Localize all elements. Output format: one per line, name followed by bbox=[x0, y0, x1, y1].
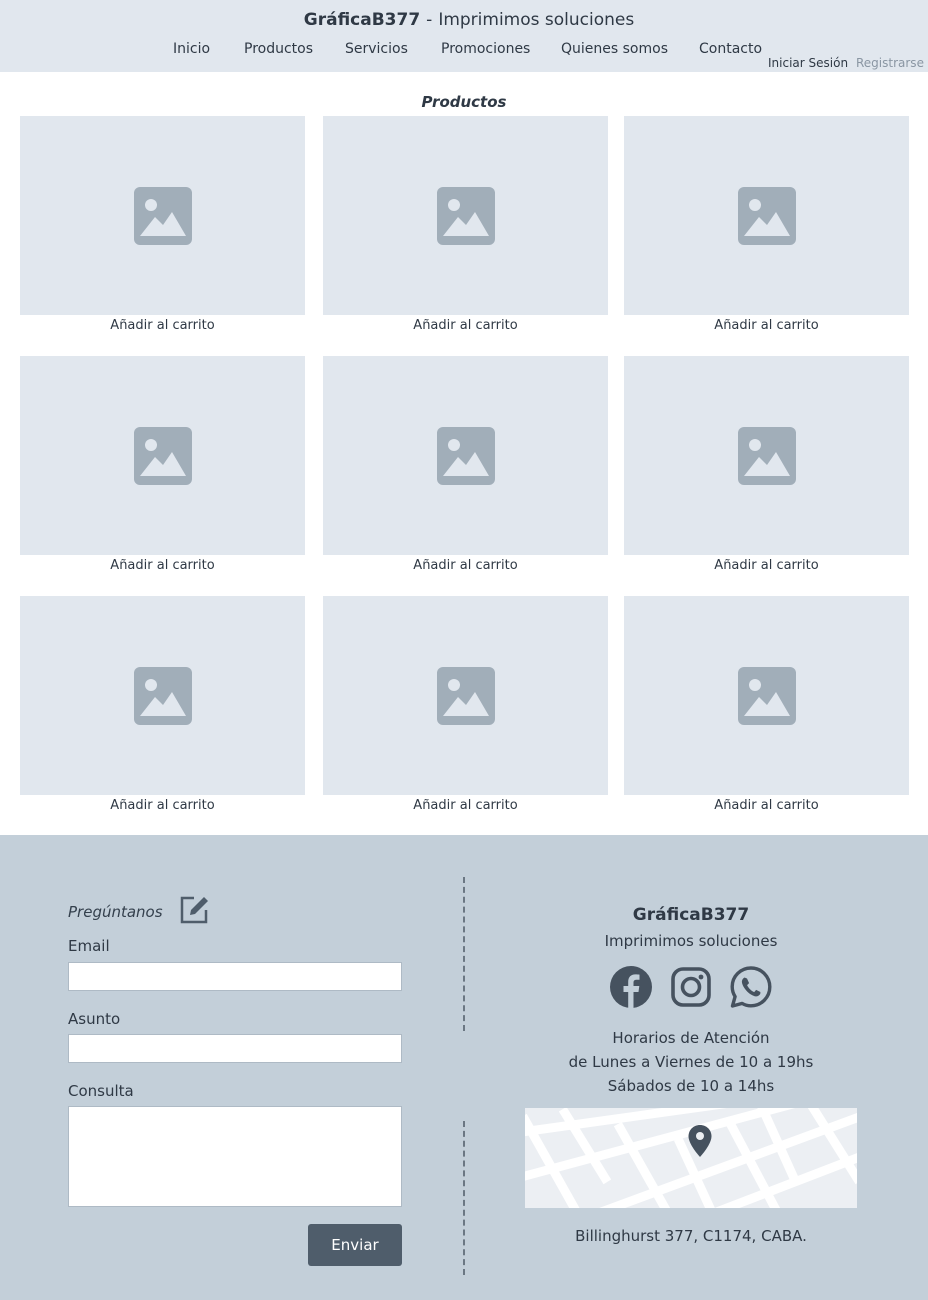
nav-item-inicio[interactable]: Inicio bbox=[173, 41, 210, 57]
add-to-cart-button[interactable]: Añadir al carrito bbox=[624, 318, 909, 333]
instagram-icon[interactable] bbox=[669, 965, 713, 1009]
add-to-cart-button[interactable]: Añadir al carrito bbox=[20, 318, 305, 333]
contact-form-title: Pregúntanos bbox=[68, 903, 163, 921]
products-title: Productos bbox=[421, 93, 507, 111]
product-image[interactable] bbox=[624, 356, 909, 555]
site-header: GráficaB377- Imprimimos soluciones Inicio… bbox=[0, 0, 928, 72]
image-placeholder-icon bbox=[133, 666, 192, 725]
map-streets bbox=[525, 1108, 857, 1208]
hours-saturday: Sábados de 10 a 14hs bbox=[607, 1077, 775, 1095]
add-to-cart-button[interactable]: Añadir al carrito bbox=[624, 558, 909, 573]
product-image[interactable] bbox=[20, 356, 305, 555]
brand: GráficaB377- Imprimimos soluciones bbox=[0, 10, 928, 30]
email-field[interactable] bbox=[68, 962, 402, 991]
nav-item-quienes-somos[interactable]: Quienes somos bbox=[561, 41, 668, 57]
product-card: Añadir al carrito bbox=[20, 116, 305, 333]
footer-divider-bottom bbox=[463, 1121, 465, 1275]
product-image[interactable] bbox=[323, 356, 608, 555]
product-image[interactable] bbox=[323, 596, 608, 795]
add-to-cart-button[interactable]: Añadir al carrito bbox=[20, 798, 305, 813]
product-image[interactable] bbox=[624, 596, 909, 795]
add-to-cart-button[interactable]: Añadir al carrito bbox=[624, 798, 909, 813]
site-footer: Pregúntanos Email Asunto Consulta Enviar… bbox=[0, 835, 928, 1300]
facebook-icon[interactable] bbox=[609, 965, 653, 1009]
product-card: Añadir al carrito bbox=[20, 356, 305, 573]
subject-label: Asunto bbox=[68, 1010, 121, 1028]
brand-separator: - bbox=[426, 10, 433, 30]
brand-tagline: Imprimimos soluciones bbox=[438, 10, 635, 30]
image-placeholder-icon bbox=[436, 666, 495, 725]
footer-divider-top bbox=[463, 877, 465, 1031]
nav-item-productos[interactable]: Productos bbox=[244, 41, 313, 57]
image-placeholder-icon bbox=[737, 666, 796, 725]
location-map[interactable] bbox=[525, 1108, 857, 1208]
product-card: Añadir al carrito bbox=[323, 596, 608, 813]
add-to-cart-button[interactable]: Añadir al carrito bbox=[323, 798, 608, 813]
footer-brand-name: GráficaB377 bbox=[632, 905, 750, 925]
product-card: Añadir al carrito bbox=[323, 116, 608, 333]
nav-item-promociones[interactable]: Promociones bbox=[441, 41, 530, 57]
send-button[interactable]: Enviar bbox=[308, 1224, 402, 1266]
edit-icon bbox=[180, 896, 208, 924]
login-link[interactable]: Iniciar Sesión bbox=[768, 56, 848, 70]
add-to-cart-button[interactable]: Añadir al carrito bbox=[20, 558, 305, 573]
image-placeholder-icon bbox=[133, 186, 192, 245]
subject-field[interactable] bbox=[68, 1034, 402, 1063]
image-placeholder-icon bbox=[133, 426, 192, 485]
brand-name: GráficaB377 bbox=[303, 10, 421, 30]
register-link[interactable]: Registrarse bbox=[856, 56, 924, 70]
hours-weekdays: de Lunes a Viernes de 10 a 19hs bbox=[568, 1053, 814, 1071]
product-image[interactable] bbox=[323, 116, 608, 315]
image-placeholder-icon bbox=[737, 186, 796, 245]
product-card: Añadir al carrito bbox=[323, 356, 608, 573]
product-image[interactable] bbox=[20, 116, 305, 315]
image-placeholder-icon bbox=[436, 186, 495, 245]
message-field[interactable] bbox=[68, 1106, 402, 1207]
map-pin-icon bbox=[688, 1125, 712, 1157]
email-label: Email bbox=[68, 937, 110, 955]
image-placeholder-icon bbox=[737, 426, 796, 485]
product-image[interactable] bbox=[20, 596, 305, 795]
hours-title: Horarios de Atención bbox=[612, 1029, 770, 1047]
product-card: Añadir al carrito bbox=[624, 596, 909, 813]
product-card: Añadir al carrito bbox=[624, 116, 909, 333]
product-card: Añadir al carrito bbox=[20, 596, 305, 813]
add-to-cart-button[interactable]: Añadir al carrito bbox=[323, 558, 608, 573]
whatsapp-icon[interactable] bbox=[729, 965, 773, 1009]
footer-brand-tagline: Imprimimos soluciones bbox=[604, 932, 778, 950]
message-label: Consulta bbox=[68, 1082, 134, 1100]
product-card: Añadir al carrito bbox=[624, 356, 909, 573]
add-to-cart-button[interactable]: Añadir al carrito bbox=[323, 318, 608, 333]
product-image[interactable] bbox=[624, 116, 909, 315]
image-placeholder-icon bbox=[436, 426, 495, 485]
nav-item-contacto[interactable]: Contacto bbox=[699, 41, 762, 57]
address: Billinghurst 377, C1174, CABA. bbox=[575, 1227, 807, 1245]
nav-item-servicios[interactable]: Servicios bbox=[345, 41, 408, 57]
